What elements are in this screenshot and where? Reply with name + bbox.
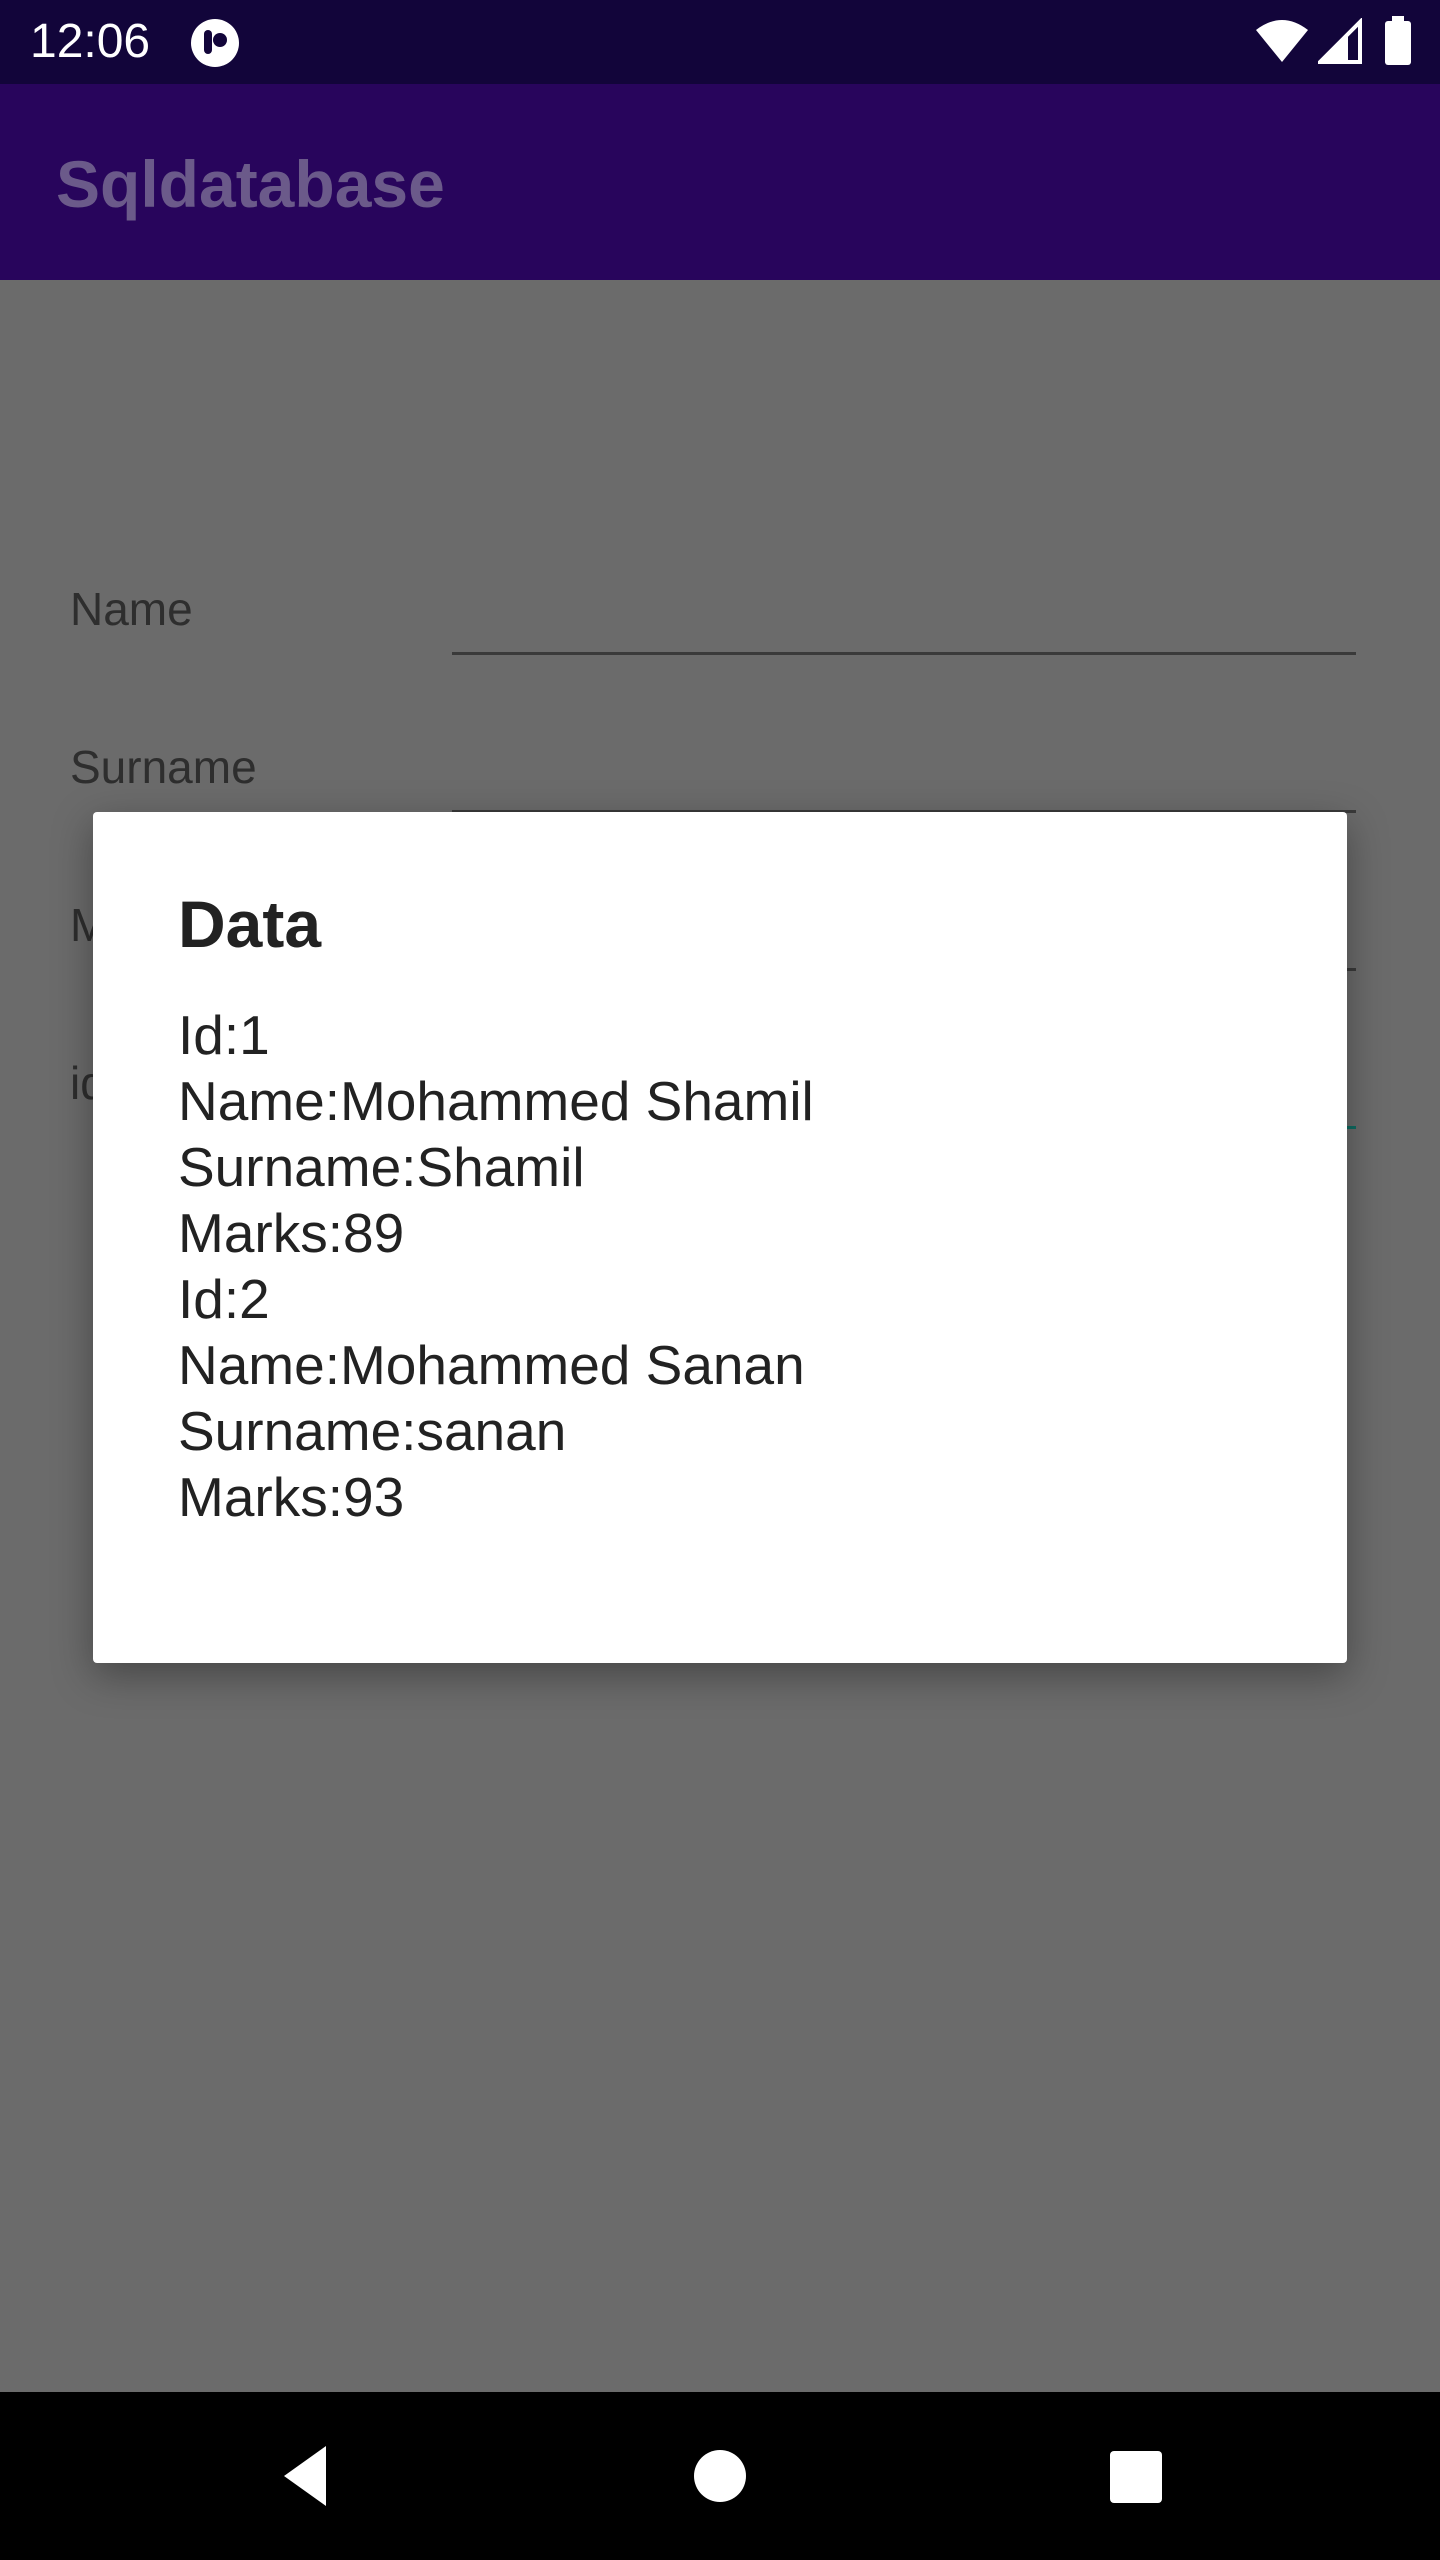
back-icon[interactable] xyxy=(272,2436,352,2516)
dialog-line: Id:1 xyxy=(178,1004,270,1066)
home-icon[interactable] xyxy=(680,2436,760,2516)
data-dialog: Data Id:1 Name:Mohammed Shamil Surname:S… xyxy=(93,812,1347,1663)
recents-icon[interactable] xyxy=(1095,2436,1175,2516)
screen: 12:06 Sqldatabase Name Surname M id Data… xyxy=(0,0,1440,2560)
dialog-line: Surname:sanan xyxy=(178,1400,567,1462)
dialog-line: Name:Mohammed Shamil xyxy=(178,1070,814,1132)
dialog-line: Marks:89 xyxy=(178,1202,405,1264)
dialog-title: Data xyxy=(178,887,322,961)
dialog-line: Name:Mohammed Sanan xyxy=(178,1334,805,1396)
dialog-line: Marks:93 xyxy=(178,1466,405,1528)
navigation-bar xyxy=(0,2392,1440,2560)
dialog-line: Id:2 xyxy=(178,1268,270,1330)
dialog-message: Id:1 Name:Mohammed Shamil Surname:Shamil… xyxy=(178,1002,1278,1530)
dialog-line: Surname:Shamil xyxy=(178,1136,585,1198)
